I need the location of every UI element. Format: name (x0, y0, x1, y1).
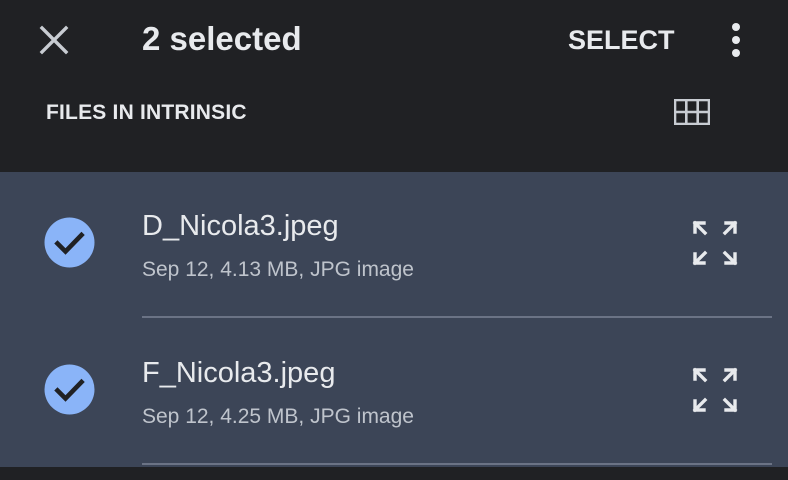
selection-count-title: 2 selected (142, 20, 302, 57)
check-circle-icon[interactable] (44, 217, 95, 268)
close-selection-button[interactable] (28, 14, 80, 66)
section-header: FILES IN INTRINSIC (0, 80, 788, 172)
select-button[interactable]: SELECT (556, 20, 687, 60)
file-meta: Sep 12, 4.13 MB, JPG image (142, 258, 414, 281)
close-icon (39, 25, 69, 55)
grid-view-icon (674, 99, 710, 125)
preview-button[interactable] (688, 363, 742, 417)
row-divider (142, 316, 772, 318)
grid-view-button[interactable] (668, 88, 716, 136)
more-options-button[interactable] (714, 14, 758, 66)
file-name: D_Nicola3.jpeg (142, 210, 339, 242)
check-circle-icon[interactable] (44, 364, 95, 415)
file-row[interactable]: D_Nicola3.jpeg Sep 12, 4.13 MB, JPG imag… (0, 172, 788, 318)
file-name: F_Nicola3.jpeg (142, 357, 336, 389)
row-divider (142, 463, 772, 465)
bottom-background (0, 467, 788, 480)
file-meta: Sep 12, 4.25 MB, JPG image (142, 405, 414, 428)
more-vert-icon (732, 23, 740, 57)
fullscreen-expand-icon (692, 220, 738, 266)
preview-button[interactable] (688, 216, 742, 270)
section-title: FILES IN INTRINSIC (46, 101, 247, 124)
app-bar: 2 selected SELECT (0, 0, 788, 80)
file-list: D_Nicola3.jpeg Sep 12, 4.13 MB, JPG imag… (0, 172, 788, 467)
fullscreen-expand-icon (692, 367, 738, 413)
file-row[interactable]: F_Nicola3.jpeg Sep 12, 4.25 MB, JPG imag… (0, 319, 788, 465)
